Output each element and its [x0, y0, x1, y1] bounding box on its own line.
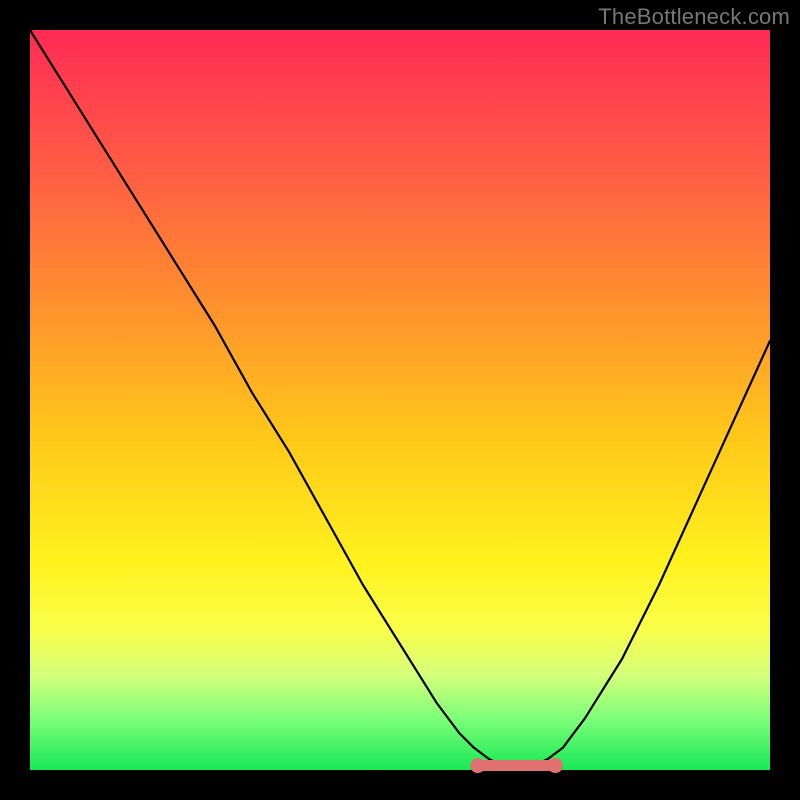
chart-frame: TheBottleneck.com: [0, 0, 800, 800]
chart-svg: [0, 0, 800, 800]
chart-curve: [30, 30, 770, 766]
bottom-marker-dot-0: [470, 758, 485, 773]
bottom-marker-dot-1: [548, 758, 563, 773]
watermark-text: TheBottleneck.com: [598, 4, 790, 30]
